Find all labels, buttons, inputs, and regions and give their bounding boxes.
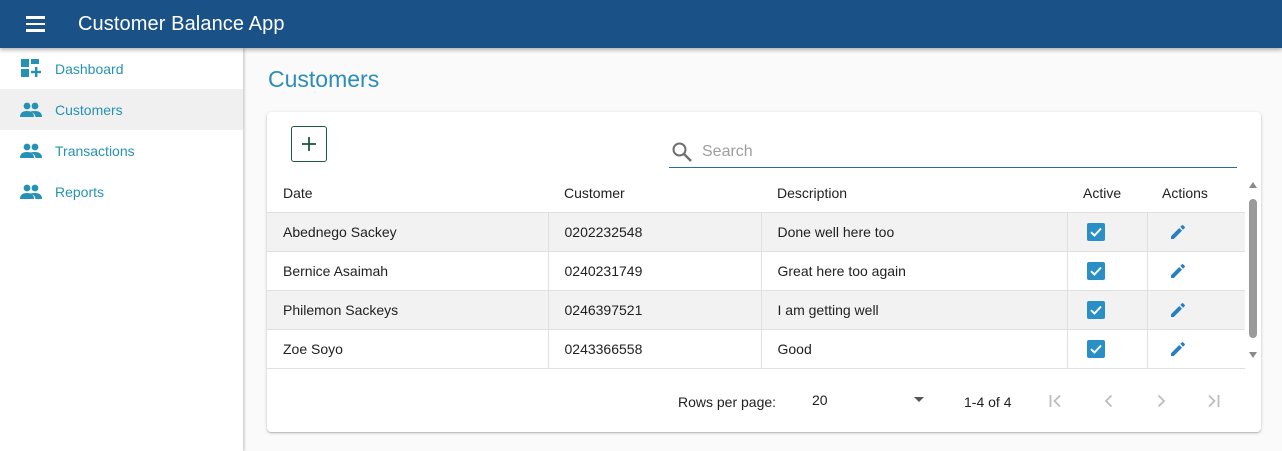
- column-header-description[interactable]: Description: [761, 175, 1067, 212]
- cell-date: Abednego Sackey: [267, 211, 548, 251]
- customers-table-card: Date Customer Description Active Actions…: [267, 112, 1261, 432]
- cell-customer: 0240231749: [547, 250, 761, 290]
- table-scrollbar[interactable]: [1245, 182, 1261, 362]
- checkmark-icon: [1089, 305, 1102, 315]
- pencil-icon: [1170, 341, 1185, 356]
- pencil-icon: [1170, 263, 1185, 278]
- dropdown-arrow-icon: [914, 397, 924, 402]
- chevron-right-icon: [1157, 394, 1166, 408]
- cell-date: Philemon Sackeys: [267, 289, 548, 329]
- table-row[interactable]: Philemon Sackeys 0246397521 I am getting…: [267, 289, 1245, 329]
- cell-date: Bernice Asaimah: [267, 250, 548, 290]
- pagination: Rows per page: 20 1-4 of 4: [267, 378, 1261, 422]
- checkmark-icon: [1089, 227, 1102, 237]
- sidebar-item-label: Customers: [55, 101, 123, 118]
- active-checkbox[interactable]: [1086, 261, 1105, 280]
- people-icon: [20, 181, 42, 203]
- column-header-active[interactable]: Active: [1067, 175, 1147, 212]
- cell-description: Great here too again: [760, 250, 1067, 290]
- sidebar-item-label: Dashboard: [55, 60, 124, 77]
- people-icon: [20, 140, 42, 162]
- edit-button[interactable]: [1169, 340, 1187, 358]
- first-page-button[interactable]: [1044, 389, 1068, 413]
- scroll-down-arrow-icon[interactable]: [1249, 352, 1257, 358]
- active-checkbox[interactable]: [1086, 300, 1105, 319]
- table-row[interactable]: Abednego Sackey 0202232548 Done well her…: [267, 211, 1245, 251]
- sidebar-item-label: Transactions: [55, 142, 135, 159]
- sidebar-item-transactions[interactable]: Transactions: [0, 130, 243, 171]
- cell-description: Done well here too: [760, 211, 1067, 251]
- chevron-left-icon: [1104, 394, 1113, 408]
- column-header-date[interactable]: Date: [267, 175, 548, 212]
- column-header-actions: Actions: [1162, 185, 1208, 202]
- edit-button[interactable]: [1169, 262, 1187, 280]
- cell-customer: 0202232548: [547, 211, 761, 251]
- cell-actions: [1146, 328, 1245, 369]
- rows-per-page-value: 20: [812, 392, 828, 408]
- table-row[interactable]: Bernice Asaimah 0240231749 Great here to…: [267, 250, 1245, 290]
- first-page-icon: [1049, 394, 1061, 408]
- column-header-customer[interactable]: Customer: [548, 175, 761, 212]
- pencil-icon: [1170, 224, 1185, 239]
- sidebar-item-label: Reports: [55, 183, 105, 200]
- cell-customer: 0246397521: [547, 289, 761, 329]
- table-header-row: Date Customer Description Active Actions: [267, 175, 1245, 212]
- search-field: [669, 136, 1237, 168]
- last-page-button[interactable]: [1201, 389, 1225, 413]
- app-title: Customer Balance App: [78, 12, 285, 35]
- cell-active: [1066, 328, 1147, 369]
- checkmark-icon: [1089, 266, 1102, 276]
- pagination-range: 1-4 of 4: [964, 394, 1012, 410]
- scrollbar-thumb[interactable]: [1249, 199, 1257, 338]
- cell-actions: [1146, 211, 1245, 251]
- cell-active: [1066, 211, 1147, 251]
- cell-date: Zoe Soyo: [267, 328, 548, 369]
- customers-table: Date Customer Description Active Actions…: [267, 175, 1245, 369]
- page-title: Customers: [268, 66, 380, 92]
- cell-actions: [1146, 289, 1245, 329]
- dashboard-add-icon: [20, 58, 42, 80]
- cell-description: Good: [760, 328, 1067, 369]
- sidebar-item-reports[interactable]: Reports: [0, 171, 243, 212]
- pencil-icon: [1170, 302, 1185, 317]
- cell-actions: [1146, 250, 1245, 290]
- add-customer-button[interactable]: [291, 126, 327, 162]
- last-page-icon: [1208, 394, 1220, 408]
- sidebar-item-customers[interactable]: Customers: [0, 89, 243, 130]
- hamburger-menu-icon[interactable]: [26, 10, 54, 38]
- sidebar-item-dashboard[interactable]: Dashboard: [0, 48, 243, 89]
- scroll-up-arrow-icon[interactable]: [1249, 182, 1257, 188]
- previous-page-button[interactable]: [1097, 389, 1121, 413]
- edit-button[interactable]: [1169, 301, 1187, 319]
- rows-per-page-label: Rows per page:: [678, 394, 777, 410]
- sidebar: Dashboard Customers Transactions Reports: [0, 48, 243, 451]
- cell-description: I am getting well: [760, 289, 1067, 329]
- search-icon: [672, 142, 692, 162]
- active-checkbox[interactable]: [1086, 339, 1105, 358]
- plus-icon: [302, 137, 316, 151]
- search-input[interactable]: [702, 142, 1222, 161]
- checkmark-icon: [1089, 344, 1102, 354]
- cell-active: [1066, 250, 1147, 290]
- cell-customer: 0243366558: [547, 328, 761, 369]
- edit-button[interactable]: [1169, 223, 1187, 241]
- rows-per-page-select[interactable]: 20: [812, 391, 928, 411]
- app-bar: Customer Balance App: [0, 0, 1282, 48]
- next-page-button[interactable]: [1149, 389, 1173, 413]
- people-icon: [20, 99, 42, 121]
- cell-active: [1066, 289, 1147, 329]
- table-row[interactable]: Zoe Soyo 0243366558 Good: [267, 328, 1245, 369]
- active-checkbox[interactable]: [1086, 222, 1105, 241]
